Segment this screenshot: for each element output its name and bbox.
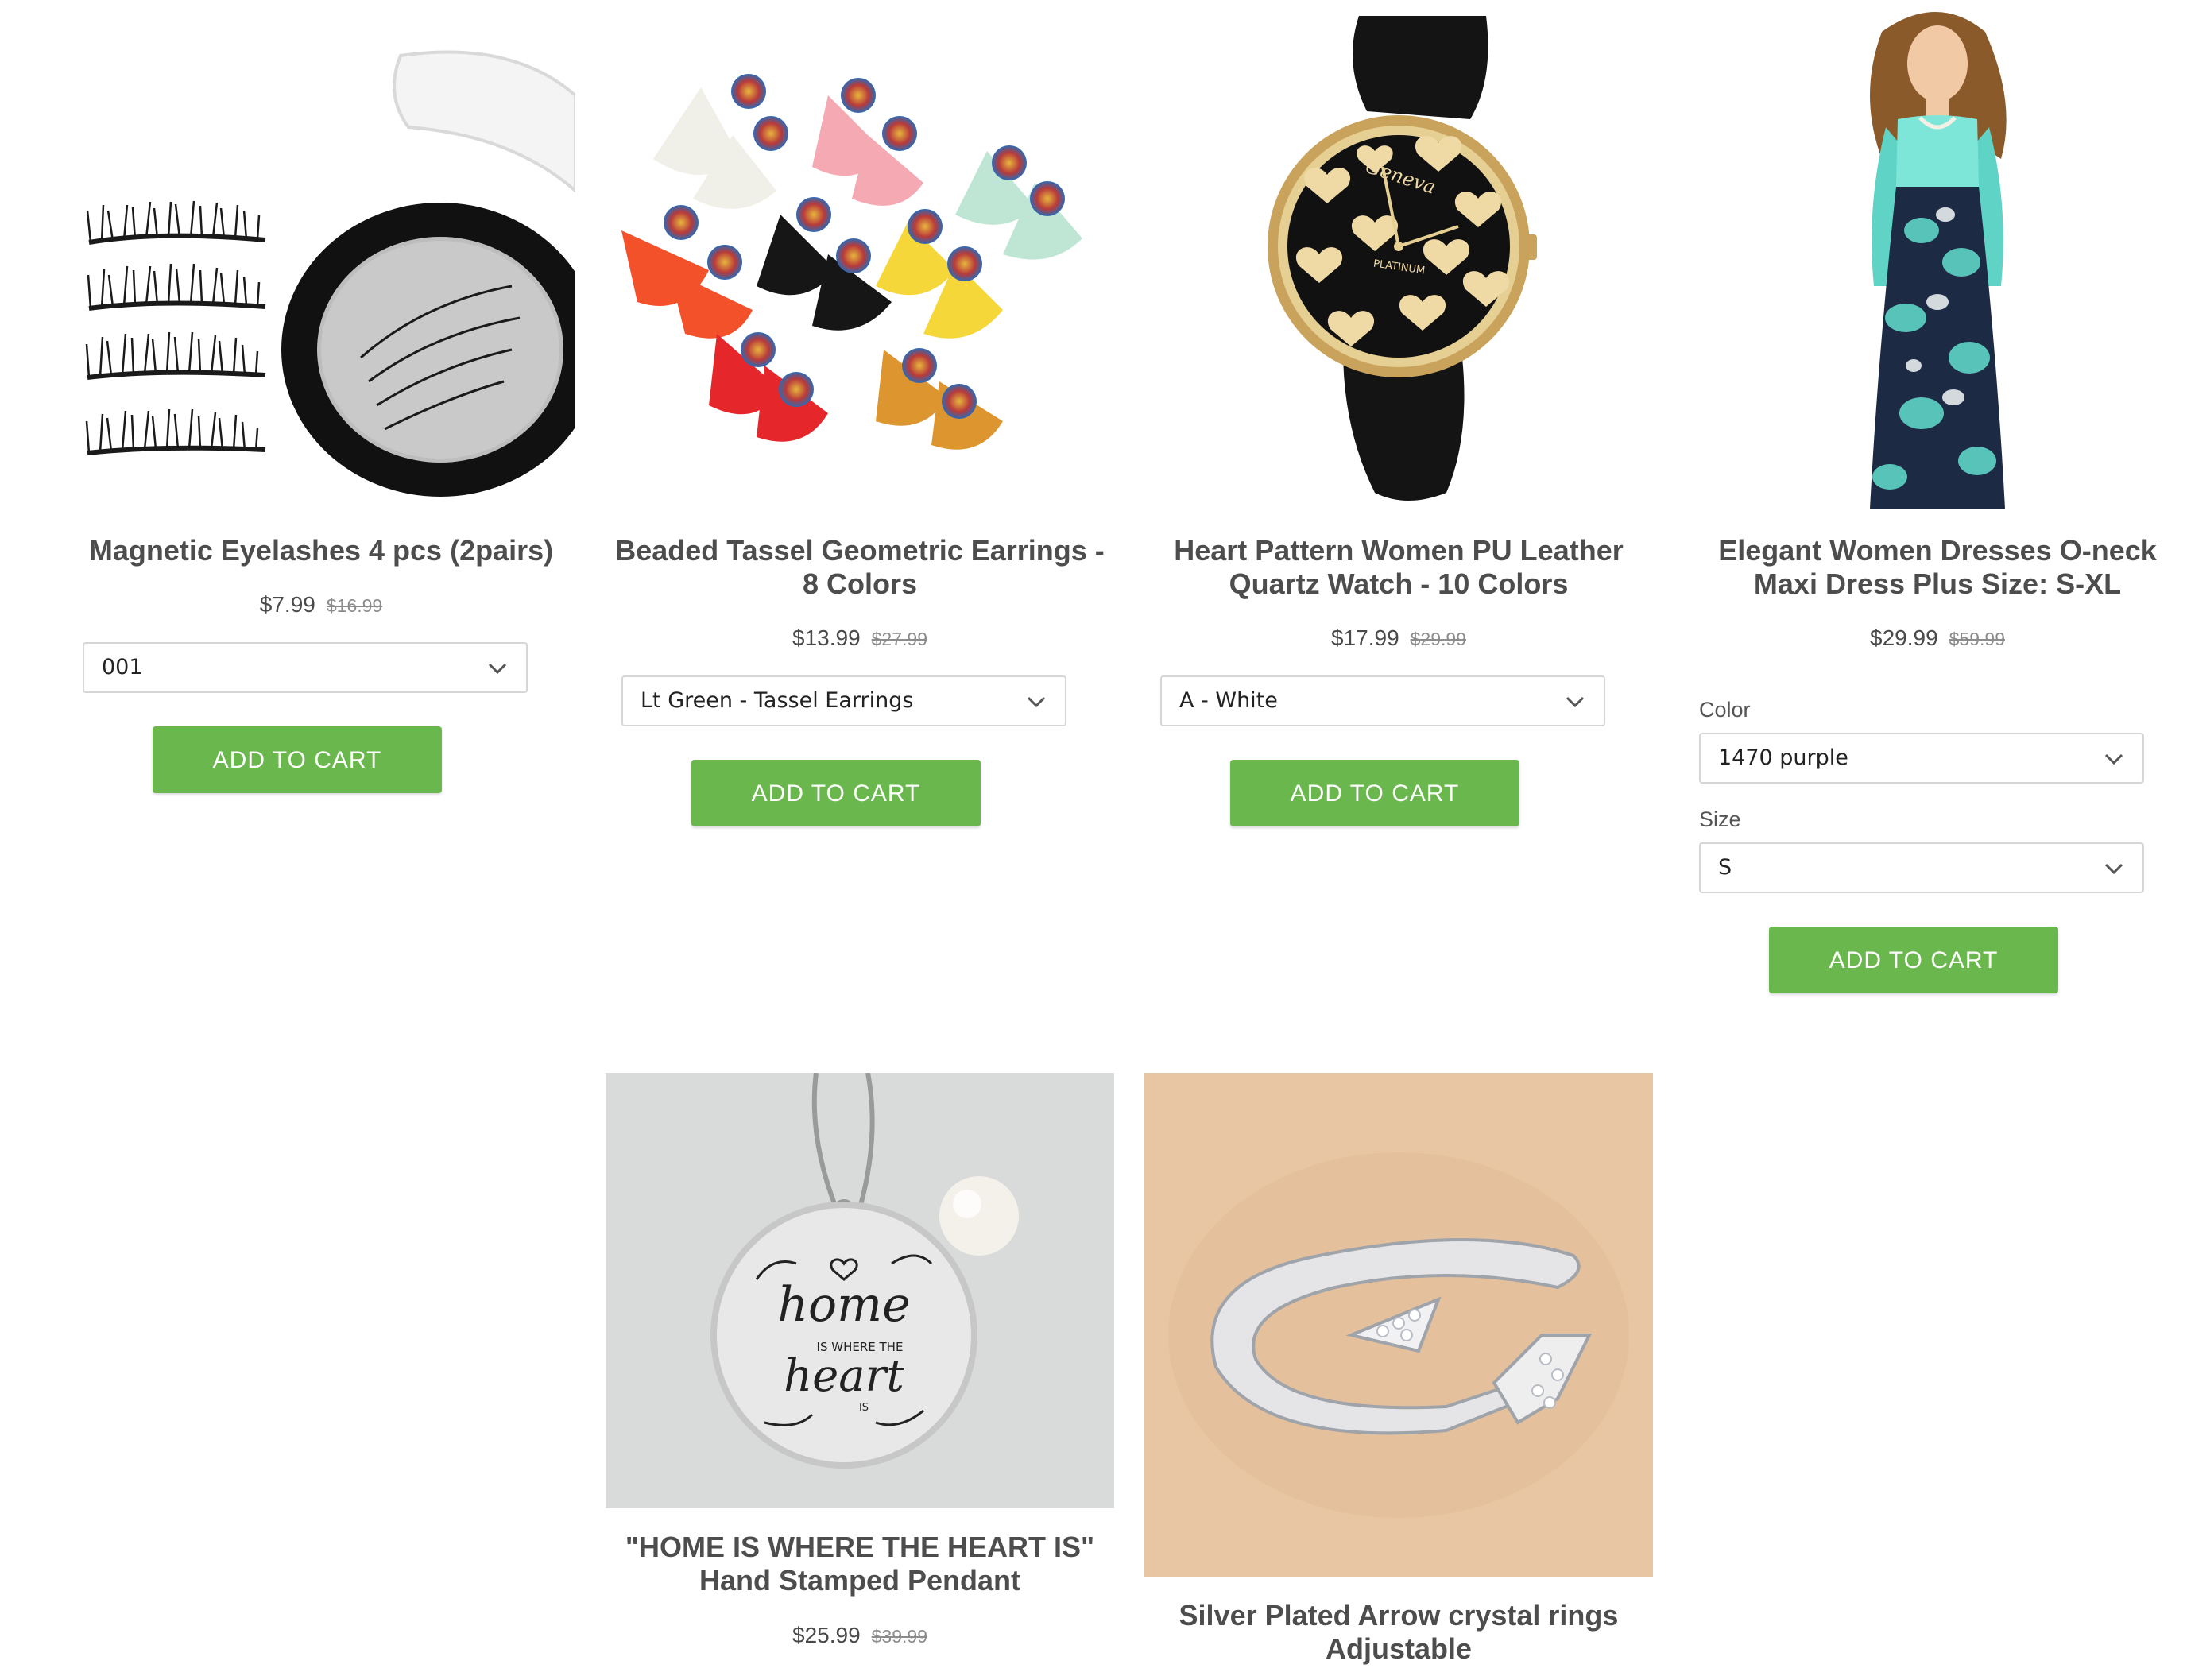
product-title[interactable]: "HOME IS WHERE THE HEART IS" Hand Stampe… bbox=[606, 1531, 1114, 1597]
eyelashes-image[interactable] bbox=[67, 32, 575, 509]
variant-select-value: 001 bbox=[102, 655, 143, 679]
dress-image[interactable] bbox=[1683, 0, 2187, 509]
chevron-down-icon bbox=[1566, 696, 1585, 708]
variant-select-value: A - White bbox=[1179, 688, 1278, 713]
size-option-label: Size bbox=[1699, 807, 1741, 831]
chevron-down-icon bbox=[2104, 863, 2123, 875]
engraving-home: home bbox=[777, 1277, 910, 1333]
add-to-cart-button[interactable]: ADD TO CART bbox=[153, 726, 442, 793]
product-title[interactable]: Beaded Tassel Geometric Earrings - 8 Col… bbox=[606, 534, 1114, 601]
engraving-heart: heart bbox=[784, 1350, 904, 1402]
pendant-image[interactable]: home IS WHERE THE heart IS bbox=[606, 1073, 1114, 1508]
product-price: $25.99 $39.99 bbox=[606, 1623, 1114, 1648]
size-select[interactable]: S bbox=[1699, 842, 2144, 893]
variant-select-value: Lt Green - Tassel Earrings bbox=[641, 688, 914, 713]
color-option-label: Color bbox=[1699, 698, 1751, 722]
color-select[interactable]: 1470 purple bbox=[1699, 733, 2144, 784]
chevron-down-icon bbox=[2104, 753, 2123, 765]
color-select-value: 1470 purple bbox=[1718, 745, 1848, 770]
product-title[interactable]: Magnetic Eyelashes 4 pcs (2pairs) bbox=[67, 534, 575, 567]
add-to-cart-button[interactable]: ADD TO CART bbox=[691, 760, 981, 826]
chevron-down-icon bbox=[1027, 696, 1046, 708]
compare-price: $59.99 bbox=[1949, 629, 2005, 649]
variant-select[interactable]: A - White bbox=[1160, 675, 1605, 726]
ring-image[interactable] bbox=[1144, 1073, 1653, 1577]
sale-price: $25.99 bbox=[792, 1623, 861, 1647]
compare-price: $16.99 bbox=[326, 595, 383, 616]
product-price: $13.99 $27.99 bbox=[606, 625, 1114, 651]
sale-price: $17.99 bbox=[1331, 625, 1399, 650]
chevron-down-icon bbox=[488, 663, 507, 675]
variant-select[interactable]: Lt Green - Tassel Earrings bbox=[621, 675, 1066, 726]
product-title[interactable]: Elegant Women Dresses O-neck Maxi Dress … bbox=[1683, 534, 2187, 601]
compare-price: $27.99 bbox=[871, 629, 927, 649]
product-price: $17.99 $29.99 bbox=[1144, 625, 1653, 651]
sale-price: $7.99 bbox=[259, 592, 315, 617]
add-to-cart-button[interactable]: ADD TO CART bbox=[1230, 760, 1519, 826]
watch-image[interactable]: Geneva PLATINUM bbox=[1144, 16, 1653, 509]
size-select-value: S bbox=[1718, 855, 1732, 880]
compare-price: $29.99 bbox=[1410, 629, 1466, 649]
product-price: $29.99 $59.99 bbox=[1683, 625, 2187, 651]
engraving-is: IS bbox=[859, 1402, 869, 1414]
product-price: $7.99 $16.99 bbox=[67, 592, 575, 617]
product-title[interactable]: Silver Plated Arrow crystal rings Adjust… bbox=[1144, 1599, 1653, 1666]
product-title[interactable]: Heart Pattern Women PU Leather Quartz Wa… bbox=[1144, 534, 1653, 601]
variant-select[interactable]: 001 bbox=[83, 642, 528, 693]
add-to-cart-button[interactable]: ADD TO CART bbox=[1769, 927, 2058, 993]
earrings-image[interactable] bbox=[606, 32, 1114, 509]
sale-price: $13.99 bbox=[792, 625, 861, 650]
compare-price: $39.99 bbox=[871, 1626, 927, 1647]
sale-price: $29.99 bbox=[1870, 625, 1938, 650]
